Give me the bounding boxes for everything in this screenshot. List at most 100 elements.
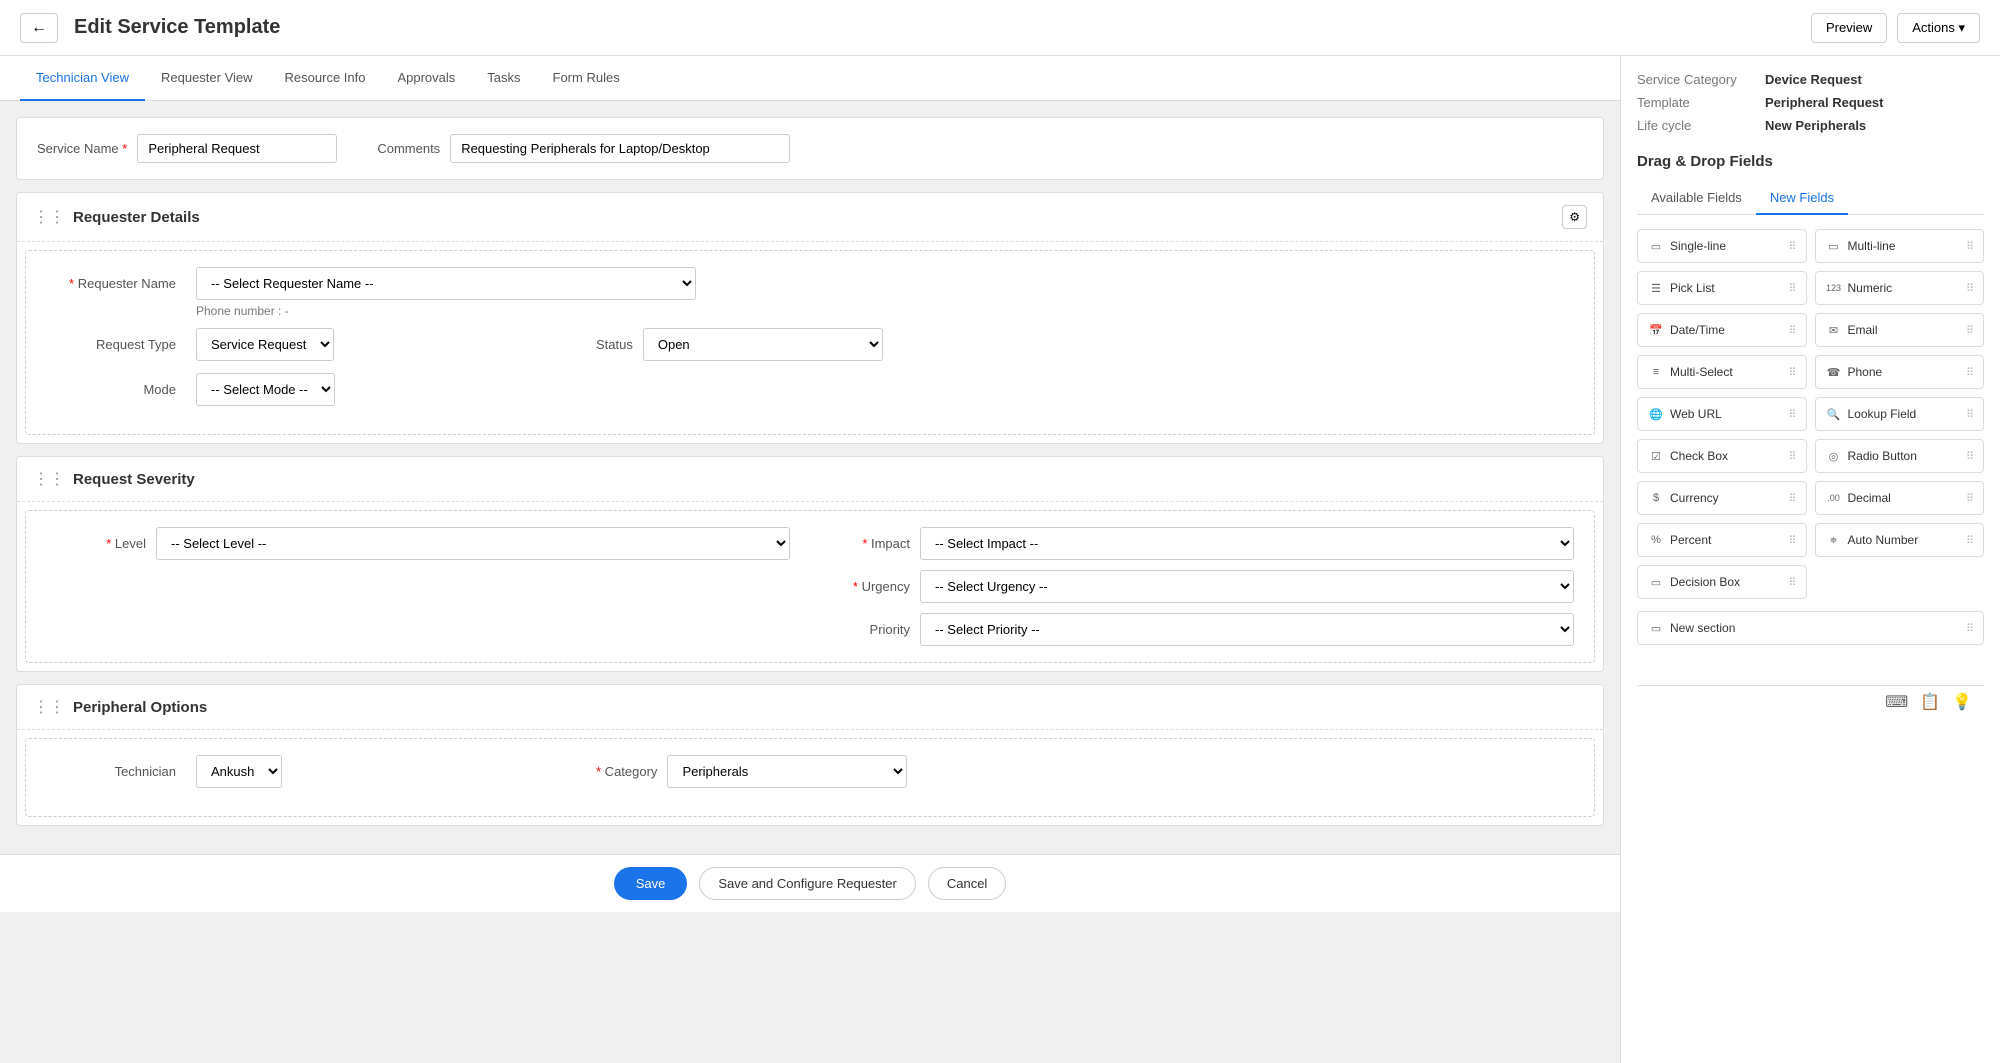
tab-approvals[interactable]: Approvals xyxy=(381,56,471,101)
service-name-input[interactable] xyxy=(137,134,337,163)
accessibility-icon[interactable]: ⌨ xyxy=(1885,692,1908,712)
lifecycle-key: Life cycle xyxy=(1637,118,1757,133)
request-type-label: Request Type xyxy=(46,337,176,352)
cancel-button[interactable]: Cancel xyxy=(928,867,1006,900)
field-single-line[interactable]: ▭ Single-line ⠿ xyxy=(1637,229,1807,263)
currency-icon: $ xyxy=(1648,490,1664,506)
clipboard-icon[interactable]: 📋 xyxy=(1920,692,1940,712)
percent-icon: % xyxy=(1648,532,1664,548)
tab-technician-view[interactable]: Technician View xyxy=(20,56,145,101)
peripheral-section-title: Peripheral Options xyxy=(73,699,1587,716)
page-title: Edit Service Template xyxy=(74,16,1811,39)
email-drag: ⠿ xyxy=(1966,324,1973,337)
web-url-drag: ⠿ xyxy=(1788,408,1795,421)
requester-name-label: * Requester Name xyxy=(46,276,176,291)
tab-form-rules[interactable]: Form Rules xyxy=(537,56,636,101)
lookup-drag: ⠿ xyxy=(1966,408,1973,421)
field-numeric-label: Numeric xyxy=(1848,281,1893,295)
mode-label: Mode xyxy=(46,382,176,397)
field-percent[interactable]: % Percent ⠿ xyxy=(1637,523,1807,557)
comments-input[interactable] xyxy=(450,134,790,163)
requester-drag-handle[interactable]: ⋮⋮ xyxy=(33,207,65,227)
impact-select[interactable]: -- Select Impact -- xyxy=(920,527,1574,560)
priority-select[interactable]: -- Select Priority -- xyxy=(920,613,1574,646)
severity-section-title: Request Severity xyxy=(73,471,1587,488)
decimal-icon: .00 xyxy=(1826,490,1842,506)
decision-box-drag: ⠿ xyxy=(1788,576,1795,589)
field-decision-box-label: Decision Box xyxy=(1670,575,1740,589)
request-type-select[interactable]: Service Request xyxy=(196,328,334,361)
datetime-drag: ⠿ xyxy=(1788,324,1795,337)
save-configure-button[interactable]: Save and Configure Requester xyxy=(699,867,916,900)
requester-name-select[interactable]: -- Select Requester Name -- xyxy=(196,267,696,300)
dnd-tab-new[interactable]: New Fields xyxy=(1756,182,1848,215)
tab-tasks[interactable]: Tasks xyxy=(471,56,536,101)
bulb-icon[interactable]: 💡 xyxy=(1952,692,1972,712)
new-section-icon: ▭ xyxy=(1648,620,1664,636)
level-label: * Level xyxy=(46,536,146,551)
field-email[interactable]: ✉ Email ⠿ xyxy=(1815,313,1985,347)
field-currency-label: Currency xyxy=(1670,491,1719,505)
field-phone[interactable]: ☎ Phone ⠿ xyxy=(1815,355,1985,389)
field-multi-select-label: Multi-Select xyxy=(1670,365,1733,379)
web-url-icon: 🌐 xyxy=(1648,406,1664,422)
currency-drag: ⠿ xyxy=(1788,492,1795,505)
new-section-drag: ⠿ xyxy=(1966,622,1973,635)
checkbox-icon: ☑ xyxy=(1648,448,1664,464)
comments-label: Comments xyxy=(377,141,440,156)
template-key: Template xyxy=(1637,95,1757,110)
field-pick-list[interactable]: ☰ Pick List ⠿ xyxy=(1637,271,1807,305)
new-section-item[interactable]: ▭ New section ⠿ xyxy=(1637,611,1984,645)
auto-number-drag: ⠿ xyxy=(1966,534,1973,547)
radio-button-icon: ◎ xyxy=(1826,448,1842,464)
numeric-drag: ⠿ xyxy=(1966,282,1973,295)
actions-button[interactable]: Actions ▾ xyxy=(1897,13,1980,43)
fields-grid: ▭ Single-line ⠿ ▭ Multi-line ⠿ ☰ xyxy=(1637,229,1984,599)
field-web-url-label: Web URL xyxy=(1670,407,1722,421)
field-decision-box[interactable]: ▭ Decision Box ⠿ xyxy=(1637,565,1807,599)
field-numeric[interactable]: 123 Numeric ⠿ xyxy=(1815,271,1985,305)
single-line-drag: ⠿ xyxy=(1788,240,1795,253)
requester-settings-button[interactable]: ⚙ xyxy=(1562,205,1587,229)
dnd-tab-available[interactable]: Available Fields xyxy=(1637,182,1756,215)
tab-requester-view[interactable]: Requester View xyxy=(145,56,269,101)
field-web-url[interactable]: 🌐 Web URL ⠿ xyxy=(1637,397,1807,431)
technician-label: Technician xyxy=(46,764,176,779)
field-radio-button[interactable]: ◎ Radio Button ⠿ xyxy=(1815,439,1985,473)
multi-select-icon: ≡ xyxy=(1648,364,1664,380)
field-datetime[interactable]: 📅 Date/Time ⠿ xyxy=(1637,313,1807,347)
field-auto-number[interactable]: ≑ Auto Number ⠿ xyxy=(1815,523,1985,557)
peripheral-drag-handle[interactable]: ⋮⋮ xyxy=(33,697,65,717)
single-line-icon: ▭ xyxy=(1648,238,1664,254)
multi-line-icon: ▭ xyxy=(1826,238,1842,254)
field-multi-line-label: Multi-line xyxy=(1848,239,1896,253)
requester-section-title: Requester Details xyxy=(73,209,1562,226)
field-multi-select[interactable]: ≡ Multi-Select ⠿ xyxy=(1637,355,1807,389)
radio-button-drag: ⠿ xyxy=(1966,450,1973,463)
category-select[interactable]: Peripherals xyxy=(667,755,907,788)
field-email-label: Email xyxy=(1848,323,1878,337)
footer: Save Save and Configure Requester Cancel xyxy=(0,854,1620,912)
save-button[interactable]: Save xyxy=(614,867,688,900)
field-decimal[interactable]: .00 Decimal ⠿ xyxy=(1815,481,1985,515)
datetime-icon: 📅 xyxy=(1648,322,1664,338)
field-currency[interactable]: $ Currency ⠿ xyxy=(1637,481,1807,515)
lookup-icon: 🔍 xyxy=(1826,406,1842,422)
field-auto-number-label: Auto Number xyxy=(1848,533,1919,547)
field-percent-label: Percent xyxy=(1670,533,1711,547)
auto-number-icon: ≑ xyxy=(1826,532,1842,548)
urgency-select[interactable]: -- Select Urgency -- xyxy=(920,570,1574,603)
field-multi-line[interactable]: ▭ Multi-line ⠿ xyxy=(1815,229,1985,263)
field-checkbox[interactable]: ☑ Check Box ⠿ xyxy=(1637,439,1807,473)
mode-select[interactable]: -- Select Mode -- xyxy=(196,373,335,406)
level-select[interactable]: -- Select Level -- xyxy=(156,527,790,560)
severity-drag-handle[interactable]: ⋮⋮ xyxy=(33,469,65,489)
status-select[interactable]: Open xyxy=(643,328,883,361)
email-icon: ✉ xyxy=(1826,322,1842,338)
technician-select[interactable]: Ankush xyxy=(196,755,282,788)
preview-button[interactable]: Preview xyxy=(1811,13,1887,43)
field-lookup[interactable]: 🔍 Lookup Field ⠿ xyxy=(1815,397,1985,431)
tab-resource-info[interactable]: Resource Info xyxy=(269,56,382,101)
back-button[interactable]: ← xyxy=(20,13,58,43)
checkbox-drag: ⠿ xyxy=(1788,450,1795,463)
